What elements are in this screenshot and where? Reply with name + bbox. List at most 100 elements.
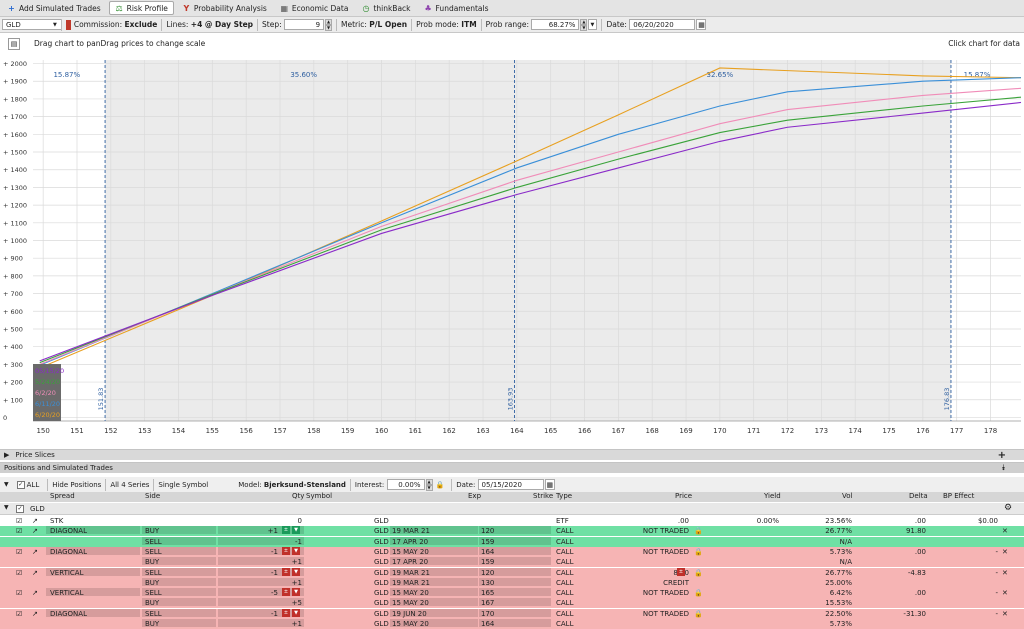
- expand-all-icon[interactable]: ▼: [4, 481, 9, 488]
- chart-settings-icon[interactable]: ▤: [8, 37, 20, 50]
- qty-adjust-button[interactable]: ±: [282, 588, 290, 597]
- strike-cell[interactable]: 170: [481, 609, 494, 619]
- table-row[interactable]: BUY +5 GLD 15 MAY 20 167 CALL 15.53%: [0, 598, 1024, 609]
- qty-dropdown-icon[interactable]: ▼: [292, 608, 300, 617]
- tab-thinkback[interactable]: ◷ thinkBack: [356, 1, 415, 15]
- exp-cell[interactable]: 15 MAY 20: [392, 547, 429, 557]
- probmode-value[interactable]: ITM: [461, 20, 476, 29]
- row-checkbox[interactable]: ☑: [16, 547, 22, 557]
- row-checkbox[interactable]: ☑: [16, 526, 22, 536]
- qty-cell[interactable]: +1: [292, 557, 302, 567]
- symbol-dropdown-icon[interactable]: ▼: [53, 22, 57, 28]
- type-cell[interactable]: ETF: [556, 516, 569, 526]
- price-lock-icon[interactable]: 🔒: [694, 588, 703, 598]
- side-cell[interactable]: BUY: [145, 619, 159, 629]
- qty-adjust-button[interactable]: ±: [282, 526, 290, 535]
- type-cell[interactable]: CALL: [556, 526, 573, 536]
- qty-dropdown-icon[interactable]: ▼: [292, 546, 300, 555]
- exp-cell[interactable]: 17 APR 20: [392, 557, 428, 567]
- strike-cell[interactable]: 165: [481, 588, 494, 598]
- table-row[interactable]: ☑ ↗ DIAGONAL BUY +1 ± ▼ GLD 19 MAR 21 120 CALL NOT …: [0, 526, 1024, 537]
- commission-value[interactable]: Exclude: [125, 20, 158, 29]
- side-cell[interactable]: BUY: [145, 557, 159, 567]
- step-input[interactable]: 9: [284, 19, 325, 30]
- table-row[interactable]: ☑ ↗ DIAGONAL SELL -1 ± ▼ GLD 19 JUN 20 170 CALL NOT…: [0, 608, 1024, 619]
- qty-cell[interactable]: -1: [295, 537, 302, 547]
- group-checkbox[interactable]: ✓: [16, 505, 24, 513]
- side-cell[interactable]: BUY: [145, 578, 159, 588]
- qty-cell[interactable]: +1: [268, 526, 278, 536]
- qty-cell[interactable]: -1: [271, 568, 278, 578]
- exp-cell[interactable]: 19 MAR 21: [392, 526, 430, 536]
- tab-economic-data[interactable]: ▦ Economic Data: [275, 1, 354, 15]
- qty-cell[interactable]: -1: [271, 609, 278, 619]
- header-vol[interactable]: Vol: [842, 492, 852, 500]
- qty-cell[interactable]: -1: [271, 547, 278, 557]
- table-row[interactable]: BUY +1 GLD 15 MAY 20 164 CALL 5.73%: [0, 619, 1024, 629]
- chart-svg[interactable]: 150 151 152 153 154 155 156 157 158 159 160 161 162 1…: [0, 54, 1024, 444]
- table-row[interactable]: ☑ ↗ STK 0 GLD ETF .00 0.00% 23.56% .00 $0.00: [0, 516, 1024, 526]
- chart-link-icon[interactable]: ↗: [32, 609, 38, 619]
- collapse-icon[interactable]: ⯯: [1001, 463, 1006, 473]
- side-cell[interactable]: SELL: [145, 609, 162, 619]
- type-cell[interactable]: CALL: [556, 588, 573, 598]
- tab-fundamentals[interactable]: ♣ Fundamentals: [419, 1, 494, 15]
- spread-cell[interactable]: DIAGONAL: [50, 547, 87, 557]
- price-lock-icon[interactable]: 🔒: [694, 526, 703, 536]
- type-cell[interactable]: CALL: [556, 598, 573, 608]
- exp-cell[interactable]: 15 MAY 20: [392, 598, 429, 608]
- table-row[interactable]: ☑↗VERTICALSELL-1±▼GLD19 MAR 21120CALL8.6…: [0, 567, 1024, 578]
- header-bp-effect[interactable]: BP Effect: [943, 492, 974, 500]
- strike-cell[interactable]: 164: [481, 547, 494, 557]
- strike-cell[interactable]: 120: [481, 568, 494, 578]
- qty-dropdown-icon[interactable]: ▼: [292, 567, 300, 576]
- header-type[interactable]: Type: [556, 492, 572, 500]
- exp-cell[interactable]: 15 MAY 20: [392, 588, 429, 598]
- chart-link-icon[interactable]: ↗: [32, 568, 38, 578]
- spread-cell[interactable]: VERTICAL: [50, 588, 83, 598]
- header-strike[interactable]: Strike: [533, 492, 553, 500]
- chart-link-icon[interactable]: ↗: [32, 516, 38, 526]
- remove-row-icon[interactable]: ✕: [1002, 588, 1008, 598]
- single-symbol-dropdown[interactable]: Single Symbol: [158, 481, 208, 489]
- header-exp[interactable]: Exp: [468, 492, 481, 500]
- qty-cell[interactable]: 0: [298, 516, 302, 526]
- tab-add-simulated-trades[interactable]: + Add Simulated Trades: [2, 1, 106, 15]
- header-yield[interactable]: Yield: [764, 492, 781, 500]
- group-collapse-icon[interactable]: ▼: [4, 504, 9, 511]
- table-row[interactable]: ☑ ↗ DIAGONAL SELL -1 ± ▼ GLD 15 MAY 20 164 CALL NOT…: [0, 546, 1024, 557]
- exp-cell[interactable]: 15 MAY 20: [392, 619, 429, 629]
- series-dropdown[interactable]: All 4 Series: [110, 481, 149, 489]
- tab-probability-analysis[interactable]: Y Probability Analysis: [177, 1, 272, 15]
- qty-cell[interactable]: +1: [292, 619, 302, 629]
- remove-row-icon[interactable]: ✕: [1002, 526, 1008, 536]
- side-cell[interactable]: SELL: [145, 547, 162, 557]
- chart-link-icon[interactable]: ↗: [32, 526, 38, 536]
- header-price[interactable]: Price: [675, 492, 692, 500]
- probrange-spinner[interactable]: ▲ ▼: [580, 19, 588, 31]
- qty-dropdown-icon[interactable]: ▼: [292, 588, 300, 597]
- interest-spinner[interactable]: ▲ ▼: [425, 479, 433, 491]
- type-cell[interactable]: CALL: [556, 537, 573, 547]
- remove-row-icon[interactable]: ✕: [1002, 568, 1008, 578]
- header-qty[interactable]: Qty: [292, 492, 304, 500]
- type-cell[interactable]: CALL: [556, 578, 573, 588]
- qty-cell[interactable]: +5: [292, 598, 302, 608]
- add-slice-icon[interactable]: +: [998, 450, 1006, 461]
- qty-adjust-button[interactable]: ±: [282, 608, 290, 617]
- strike-cell[interactable]: 164: [481, 619, 494, 629]
- qty-adjust-button[interactable]: ±: [282, 567, 290, 576]
- positions-date-input[interactable]: 05/15/2020: [477, 479, 544, 490]
- header-delta[interactable]: Delta: [909, 492, 928, 500]
- price-slices-header[interactable]: ▶ Price Slices +: [0, 449, 1024, 461]
- table-row[interactable]: ☑ ↗ VERTICAL SELL -5 ± ▼ GLD 15 MAY 20 165 CALL NOT…: [0, 588, 1024, 599]
- spread-cell[interactable]: DIAGONAL: [50, 526, 87, 536]
- type-cell[interactable]: CALL: [556, 547, 573, 557]
- qty-dropdown-icon[interactable]: ▼: [292, 526, 300, 535]
- type-cell[interactable]: CALL: [556, 557, 573, 567]
- type-cell[interactable]: CALL: [556, 568, 573, 578]
- header-symbol[interactable]: Symbol: [306, 492, 332, 500]
- probrange-dropdown[interactable]: ▼: [588, 19, 598, 30]
- chart-link-icon[interactable]: ↗: [32, 547, 38, 557]
- qty-cell[interactable]: +1: [292, 578, 302, 588]
